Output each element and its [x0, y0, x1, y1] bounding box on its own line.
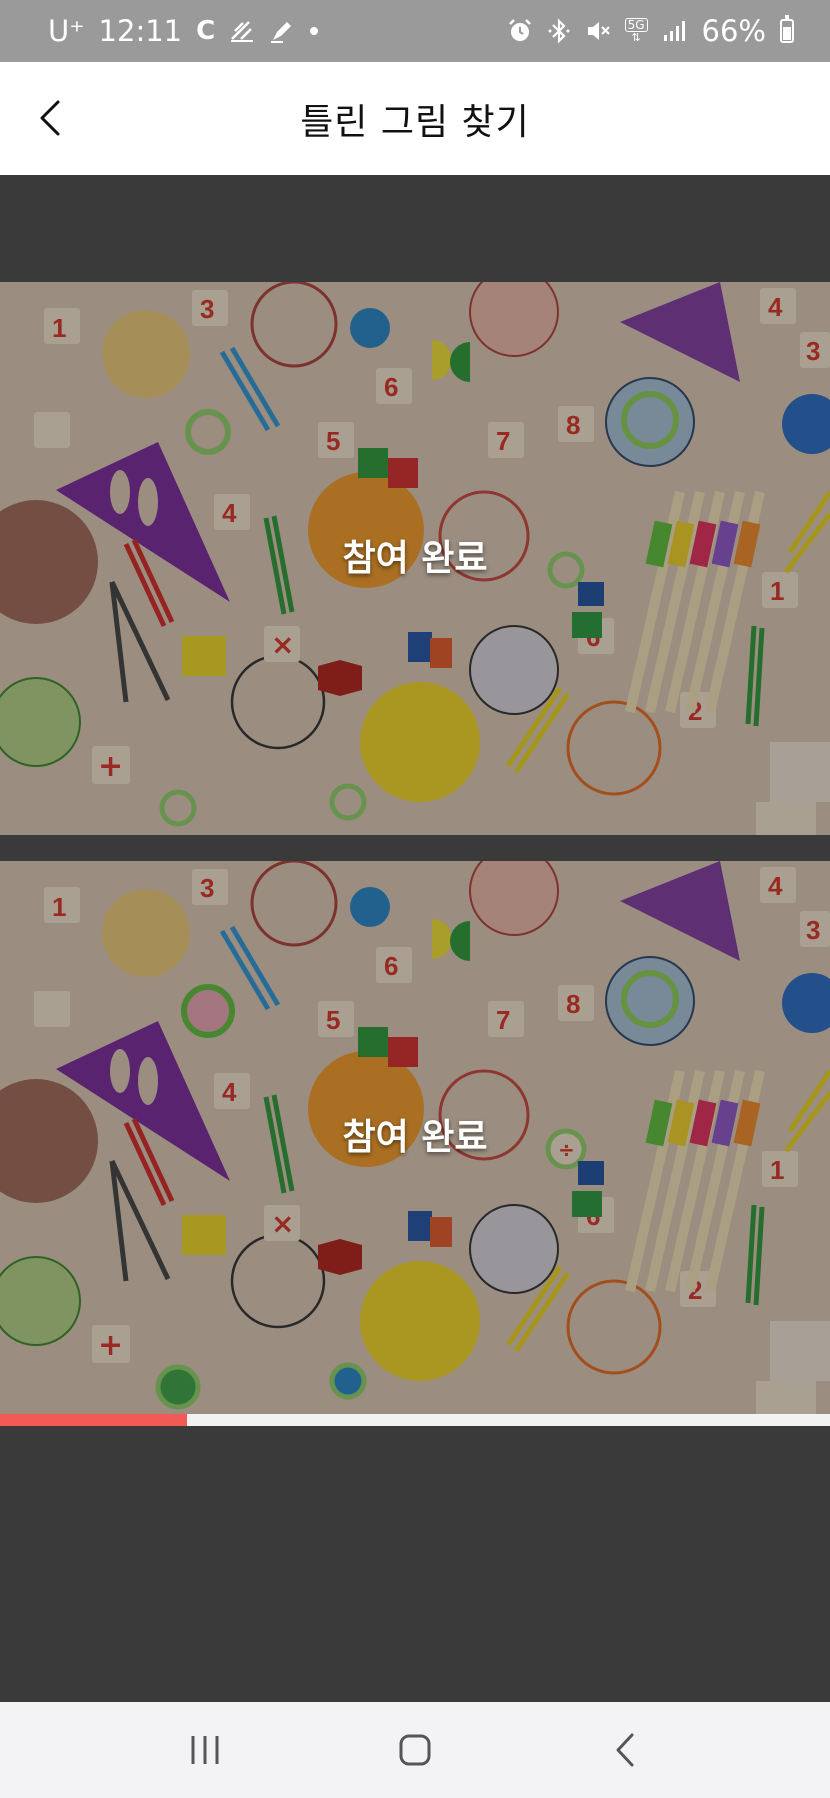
5g-icon: 5G ⇅ — [624, 18, 648, 44]
status-bar-left: U⁺ 12:11 C — [48, 14, 319, 48]
page-title: 틀린 그림 찾기 — [300, 101, 530, 143]
battery-icon — [780, 15, 794, 43]
bottom-complete-label: 참여 완료 — [342, 1116, 488, 1158]
header-back-button[interactable] — [30, 96, 74, 140]
c-app-icon: C — [196, 16, 216, 46]
bluetooth-icon — [547, 18, 571, 44]
home-button[interactable] — [385, 1720, 445, 1780]
original-image-panel[interactable]: 1 3 6 5 7 8 4 4 5 6 1 2 3 — [0, 282, 830, 835]
carrier-label: U⁺ — [48, 14, 85, 48]
progress-bar-fill — [0, 1414, 187, 1426]
alarm-icon — [507, 18, 533, 44]
system-nav-bar — [0, 1702, 830, 1798]
network-type: 5G — [624, 18, 648, 32]
battery-percent: 66% — [701, 14, 766, 48]
top-complete-label: 참여 완료 — [342, 537, 488, 579]
chevron-left-icon — [40, 100, 60, 136]
sync-icon — [229, 19, 255, 43]
dot-icon — [309, 26, 319, 36]
recents-icon — [191, 1736, 219, 1764]
mute-icon — [585, 18, 611, 44]
modified-image-panel[interactable]: 1 3 6 5 7 8 4 4 5 6 1 2 3 — [0, 861, 830, 1414]
recents-button[interactable] — [175, 1720, 235, 1780]
signal-icon — [662, 19, 688, 43]
progress-bar — [0, 1414, 830, 1426]
status-bar: U⁺ 12:11 C 5G ⇅ 66% — [0, 0, 830, 62]
pen-icon — [269, 18, 295, 44]
status-bar-right: 5G ⇅ 66% — [507, 14, 794, 48]
back-button[interactable] — [595, 1720, 655, 1780]
time-label: 12:11 — [98, 14, 183, 48]
app-header: 틀린 그림 찾기 — [0, 62, 830, 175]
home-icon — [399, 1734, 431, 1766]
back-icon — [616, 1733, 634, 1767]
